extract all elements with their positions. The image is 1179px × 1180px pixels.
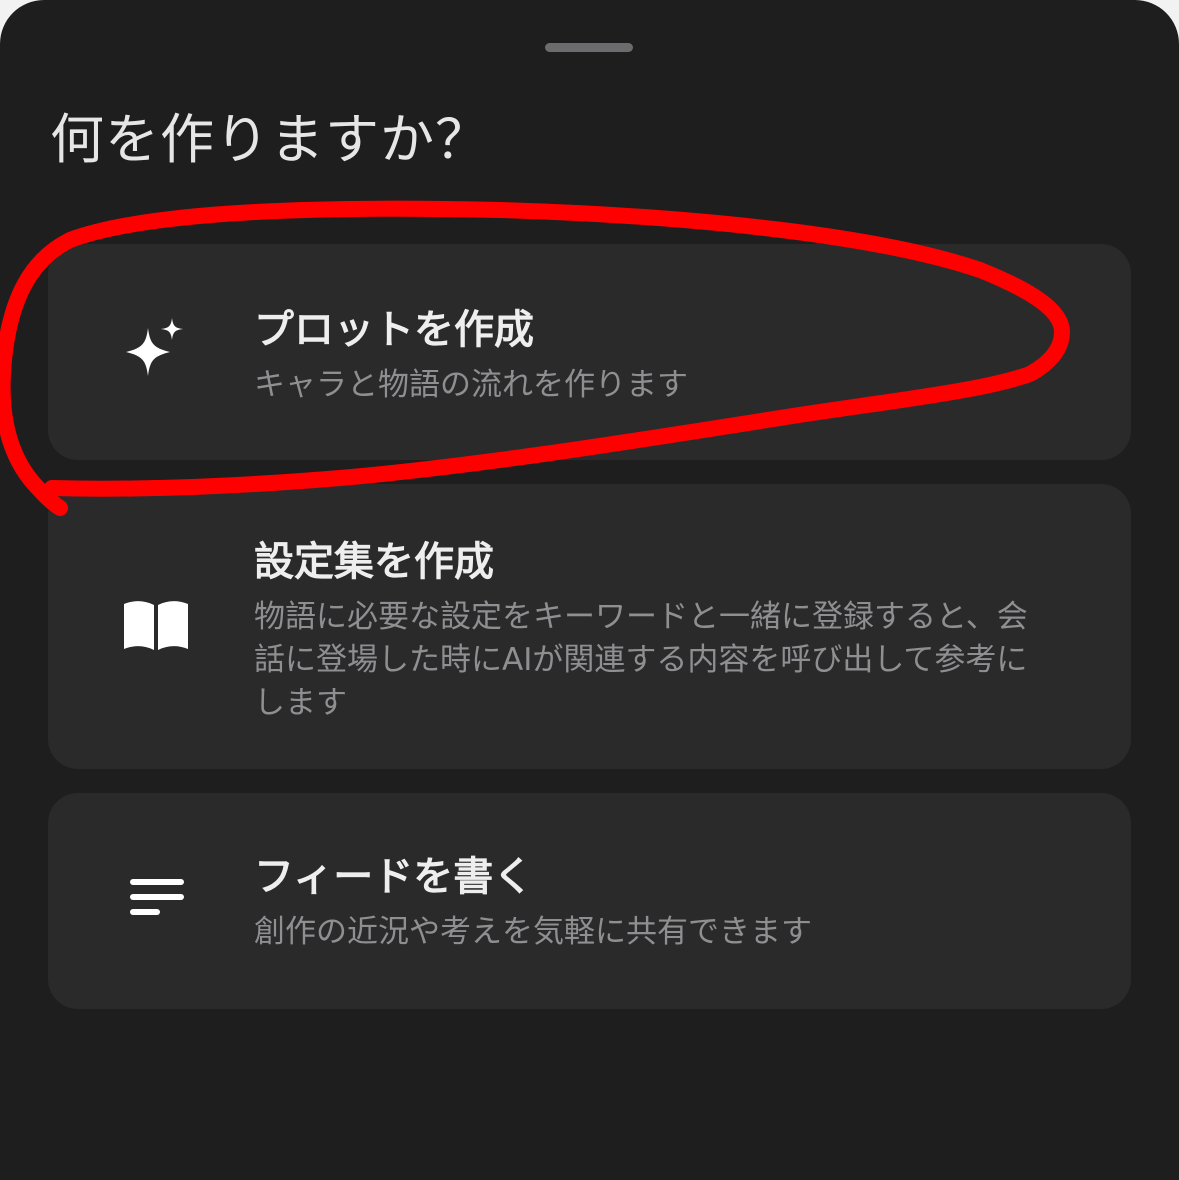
option-description: 物語に必要な設定をキーワードと一緒に登録すると、会話に登場した時にAIが関連する… — [254, 599, 1028, 721]
create-plot-option[interactable]: プロットを作成 キャラと物語の流れを作ります — [48, 244, 1131, 460]
option-title: フィードを書く — [254, 854, 534, 900]
option-title: 設定集を作成 — [254, 539, 494, 585]
create-lorebook-option[interactable]: 設定集を作成 物語に必要な設定をキーワードと一緒に登録すると、会話に登場した時に… — [48, 484, 1131, 769]
text-lines-icon — [120, 865, 192, 937]
drag-handle[interactable] — [545, 43, 633, 52]
bottom-sheet: 何を作りますか？ プロットを作成 キャラと物語の流れを作ります 設定集を作成 物… — [0, 0, 1179, 1180]
write-feed-option[interactable]: フィードを書く 創作の近況や考えを気軽に共有できます — [48, 793, 1131, 1009]
option-title: プロットを作成 — [254, 307, 534, 353]
sheet-title: 何を作りますか？ — [50, 108, 490, 171]
option-description: 創作の近況や考えを気軽に共有できます — [254, 914, 812, 950]
book-open-icon — [120, 590, 192, 662]
sparkles-icon — [120, 316, 192, 388]
option-description: キャラと物語の流れを作ります — [254, 367, 688, 403]
